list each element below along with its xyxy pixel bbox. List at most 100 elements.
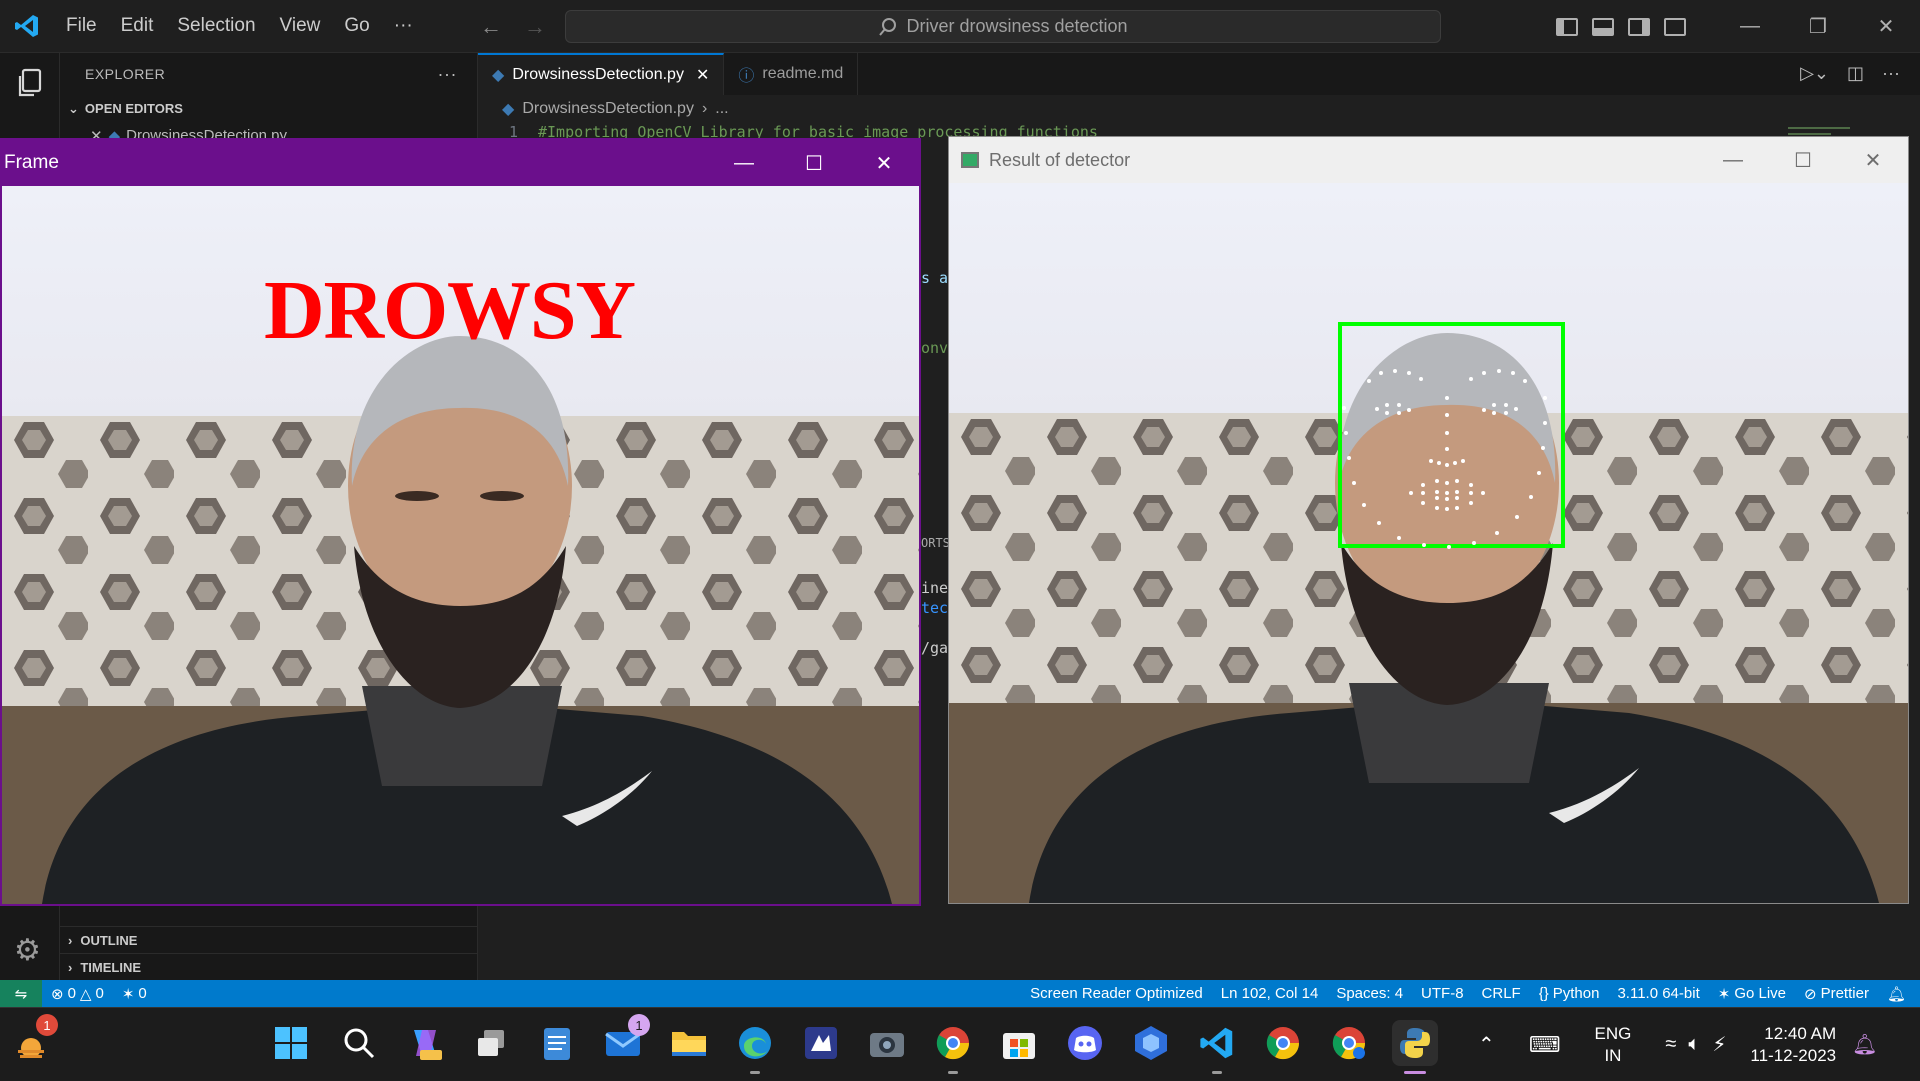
maximize-button[interactable]: ☐ — [1768, 137, 1838, 183]
running-indicator — [750, 1071, 760, 1074]
language-mode[interactable]: {} Python — [1530, 985, 1609, 1002]
outline-section[interactable]: › OUTLINE — [60, 926, 478, 953]
task-view-icon[interactable] — [468, 1020, 514, 1066]
indentation-status[interactable]: Spaces: 4 — [1327, 985, 1412, 1002]
notepad-icon[interactable] — [534, 1020, 580, 1066]
toggle-sidebar-icon[interactable] — [1556, 17, 1578, 36]
settings-gear-icon[interactable]: ⚙ — [14, 933, 41, 968]
menu-file[interactable]: File — [54, 15, 109, 37]
visual-studio-app-icon[interactable] — [798, 1020, 844, 1066]
explorer-more-icon[interactable]: ··· — [438, 64, 457, 85]
broadcast-icon: ✶ — [121, 985, 135, 1003]
go-live-button[interactable]: ✶ Go Live — [1709, 985, 1795, 1003]
code-fragment: onv — [921, 339, 949, 357]
python-icon[interactable] — [1392, 1020, 1438, 1074]
menu-edit[interactable]: Edit — [109, 15, 166, 37]
notifications-bell-icon[interactable]: 🔔︎ — [1878, 985, 1920, 1003]
customize-layout-icon[interactable] — [1664, 17, 1686, 36]
split-editor-icon[interactable]: ◫ — [1847, 63, 1864, 84]
minimize-button[interactable]: — — [709, 140, 779, 186]
minimize-button[interactable]: — — [1716, 0, 1784, 53]
mail-icon[interactable]: 1 — [600, 1014, 650, 1066]
ports-status[interactable]: ✶ 0 — [113, 985, 156, 1003]
more-actions-icon[interactable]: ··· — [1882, 63, 1900, 84]
menu-go[interactable]: Go — [332, 15, 381, 37]
weather-widget-icon[interactable]: 1 — [8, 1014, 58, 1066]
python-interpreter[interactable]: 3.11.0 64-bit — [1608, 985, 1708, 1002]
search-text: Driver drowsiness detection — [906, 16, 1128, 36]
remote-indicator-icon[interactable]: ⇋ — [0, 980, 42, 1007]
webcam-frame-image: DROWSY — [2, 186, 919, 904]
camera-icon[interactable] — [864, 1020, 910, 1066]
chrome-alt-profile-icon[interactable] — [1326, 1020, 1372, 1066]
chrome-profile-icon[interactable] — [930, 1020, 976, 1074]
menu-bar: File Edit Selection View Go ··· — [54, 15, 425, 37]
run-icon[interactable]: ▷⌄ — [1800, 63, 1829, 84]
language-indicator[interactable]: ENG IN — [1595, 1023, 1632, 1067]
notification-bell-icon[interactable]: 🔔︎ — [1852, 1032, 1877, 1057]
status-bar: ⇋ ⊗ 0 △ 0 ✶ 0 Screen Reader Optimized Ln… — [0, 980, 1920, 1007]
tab-drowsiness-detection[interactable]: ◆ DrowsinessDetection.py ✕ — [478, 53, 725, 95]
restore-button[interactable]: ❐ — [1784, 0, 1852, 53]
tab-label: readme.md — [762, 65, 844, 82]
result-window-title: Result of detector — [989, 149, 1131, 170]
system-tray: ⌃ ⌨ ENG IN ≈ 🔈︎ ⚡ 12:40 AM 11-12-2023 🔔︎ — [1478, 1008, 1878, 1081]
problems-status[interactable]: ⊗ 0 △ 0 — [42, 985, 113, 1003]
result-window[interactable]: Result of detector — ☐ ✕ — [948, 136, 1909, 904]
battery-charging-icon[interactable]: ⚡ — [1712, 1032, 1726, 1057]
start-button-icon[interactable] — [268, 1020, 314, 1066]
forward-arrow-icon[interactable]: → — [524, 14, 546, 40]
outline-label: OUTLINE — [80, 932, 138, 948]
show-hidden-icons-chevron-icon[interactable]: ⌃ — [1478, 1032, 1495, 1057]
result-window-titlebar[interactable]: Result of detector — ☐ ✕ — [949, 137, 1908, 183]
prettier-label: Prettier — [1820, 985, 1869, 1002]
check-circle-icon: ⊘ — [1804, 985, 1817, 1003]
breadcrumb-symbol[interactable]: ... — [715, 100, 728, 118]
code-fragment: s a — [921, 269, 949, 287]
menu-selection[interactable]: Selection — [165, 15, 267, 37]
keyboard-icon[interactable]: ⌨ — [1529, 1032, 1561, 1058]
menu-more[interactable]: ··· — [382, 15, 425, 37]
cursor-position[interactable]: Ln 102, Col 14 — [1212, 985, 1328, 1002]
eol-status[interactable]: CRLF — [1473, 985, 1530, 1002]
edge-browser-icon[interactable] — [732, 1020, 778, 1074]
python-file-icon: ◆ — [492, 67, 505, 84]
command-center-search[interactable]: Driver drowsiness detection — [565, 10, 1441, 43]
close-button[interactable]: ✕ — [849, 140, 919, 186]
speaker-muted-icon[interactable]: 🔈︎ — [1688, 1033, 1700, 1056]
explorer-icon[interactable] — [14, 67, 46, 104]
tab-close-icon[interactable]: ✕ — [696, 65, 709, 85]
discord-icon[interactable] — [1062, 1020, 1108, 1066]
detector-result-image — [949, 183, 1908, 903]
back-arrow-icon[interactable]: ← — [480, 14, 502, 40]
python-file-icon: ◆ — [502, 101, 515, 118]
breadcrumb-file[interactable]: DrowsinessDetection.py — [522, 100, 694, 118]
minimize-button[interactable]: — — [1698, 137, 1768, 183]
tab-readme[interactable]: ⓘ readme.md — [724, 53, 859, 95]
timeline-section[interactable]: › TIMELINE — [60, 953, 478, 980]
search-icon[interactable] — [336, 1020, 382, 1066]
copilot-icon[interactable] — [402, 1020, 448, 1066]
screen-reader-status[interactable]: Screen Reader Optimized — [1021, 985, 1212, 1002]
frame-window[interactable]: Frame — ☐ ✕ DROWSY — [0, 138, 921, 906]
file-explorer-icon[interactable] — [666, 1020, 712, 1066]
clock[interactable]: 12:40 AM 11-12-2023 — [1750, 1023, 1836, 1067]
frame-window-titlebar[interactable]: Frame — ☐ ✕ — [2, 140, 919, 186]
toggle-panel-icon[interactable] — [1592, 17, 1614, 36]
close-button[interactable]: ✕ — [1838, 137, 1908, 183]
open-editors-section[interactable]: ⌄ OPEN EDITORS — [60, 95, 477, 122]
wifi-icon[interactable]: ≈ — [1665, 1033, 1676, 1056]
microsoft-store-icon[interactable] — [996, 1020, 1042, 1066]
toggle-secondary-sidebar-icon[interactable] — [1628, 17, 1650, 36]
menu-view[interactable]: View — [268, 15, 333, 37]
vscode-icon[interactable] — [1194, 1020, 1240, 1074]
go-live-label: Go Live — [1734, 985, 1787, 1002]
encoding-status[interactable]: UTF-8 — [1412, 985, 1473, 1002]
prettier-status[interactable]: ⊘ Prettier — [1795, 985, 1878, 1003]
copilot-app-icon[interactable] — [1128, 1020, 1174, 1066]
chrome-icon[interactable] — [1260, 1020, 1306, 1066]
window-app-icon — [961, 152, 979, 168]
search-icon — [879, 17, 897, 36]
maximize-button[interactable]: ☐ — [779, 140, 849, 186]
close-button[interactable]: ✕ — [1852, 0, 1920, 53]
